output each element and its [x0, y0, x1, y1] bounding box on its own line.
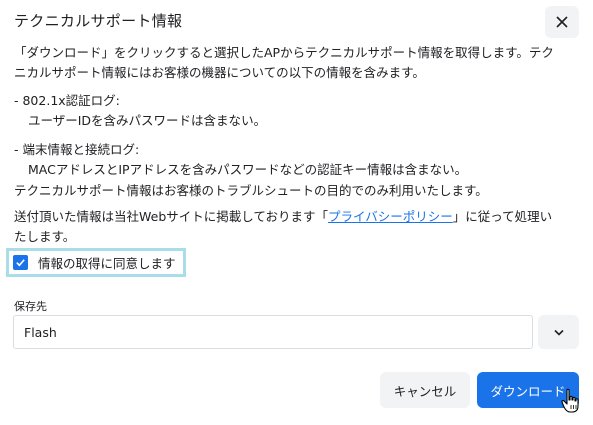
privacy-text: 送付頂いた情報は当社Webサイトに掲載しております「プライバシーポリシー」に従っ…	[14, 207, 552, 247]
cancel-button[interactable]: キャンセル	[380, 372, 470, 408]
close-icon	[556, 16, 568, 28]
save-destination-value: Flash	[24, 324, 57, 340]
consent-checkbox-row[interactable]: 情報の取得に同意します	[6, 248, 186, 277]
info-item-detail: MACアドレスとIPアドレスを含みパスワードなどの認証キー情報は含まない。	[28, 162, 468, 177]
consent-label: 情報の取得に同意します	[38, 256, 176, 271]
hand-cursor-icon	[561, 388, 579, 413]
info-item-auth-log: - 802.1x認証ログ: ユーザーIDを含みパスワードは含まない。	[14, 91, 266, 131]
save-destination-select[interactable]: Flash	[13, 315, 533, 349]
info-item-heading: - 端末情報と接続ログ:	[14, 142, 140, 157]
privacy-text-line-2: たします。	[14, 229, 76, 244]
privacy-text-before: 送付頂いた情報は当社Webサイトに掲載しております「	[14, 209, 329, 224]
privacy-text-after: 」に従って処理い	[452, 209, 553, 224]
info-item-heading: - 802.1x認証ログ:	[14, 93, 120, 108]
save-destination-label: 保存先	[14, 300, 47, 313]
check-icon	[16, 259, 25, 267]
chevron-down-icon	[553, 329, 564, 336]
intro-text: 「ダウンロード」をクリックすると選択したAPからテクニカルサポート情報を取得しま…	[14, 43, 554, 83]
intro-line-2: ニカルサポート情報にはお客様の機器についての以下の情報を含みます。	[14, 65, 425, 80]
dialog-title: テクニカルサポート情報	[14, 12, 183, 30]
consent-checkbox[interactable]	[13, 255, 28, 270]
info-item-detail: ユーザーIDを含みパスワードは含まない。	[28, 113, 267, 128]
privacy-policy-link[interactable]: プライバシーポリシー	[328, 209, 453, 224]
usage-text: テクニカルサポート情報はお客様のトラブルシュートの目的でのみ利用いたします。	[14, 183, 488, 198]
close-button[interactable]	[545, 6, 579, 38]
save-destination-dropdown-button[interactable]	[538, 315, 579, 349]
intro-line-1: 「ダウンロード」をクリックすると選択したAPからテクニカルサポート情報を取得しま…	[14, 45, 554, 60]
info-item-device-log: - 端末情報と接続ログ: MACアドレスとIPアドレスを含みパスワードなどの認証…	[14, 140, 467, 180]
